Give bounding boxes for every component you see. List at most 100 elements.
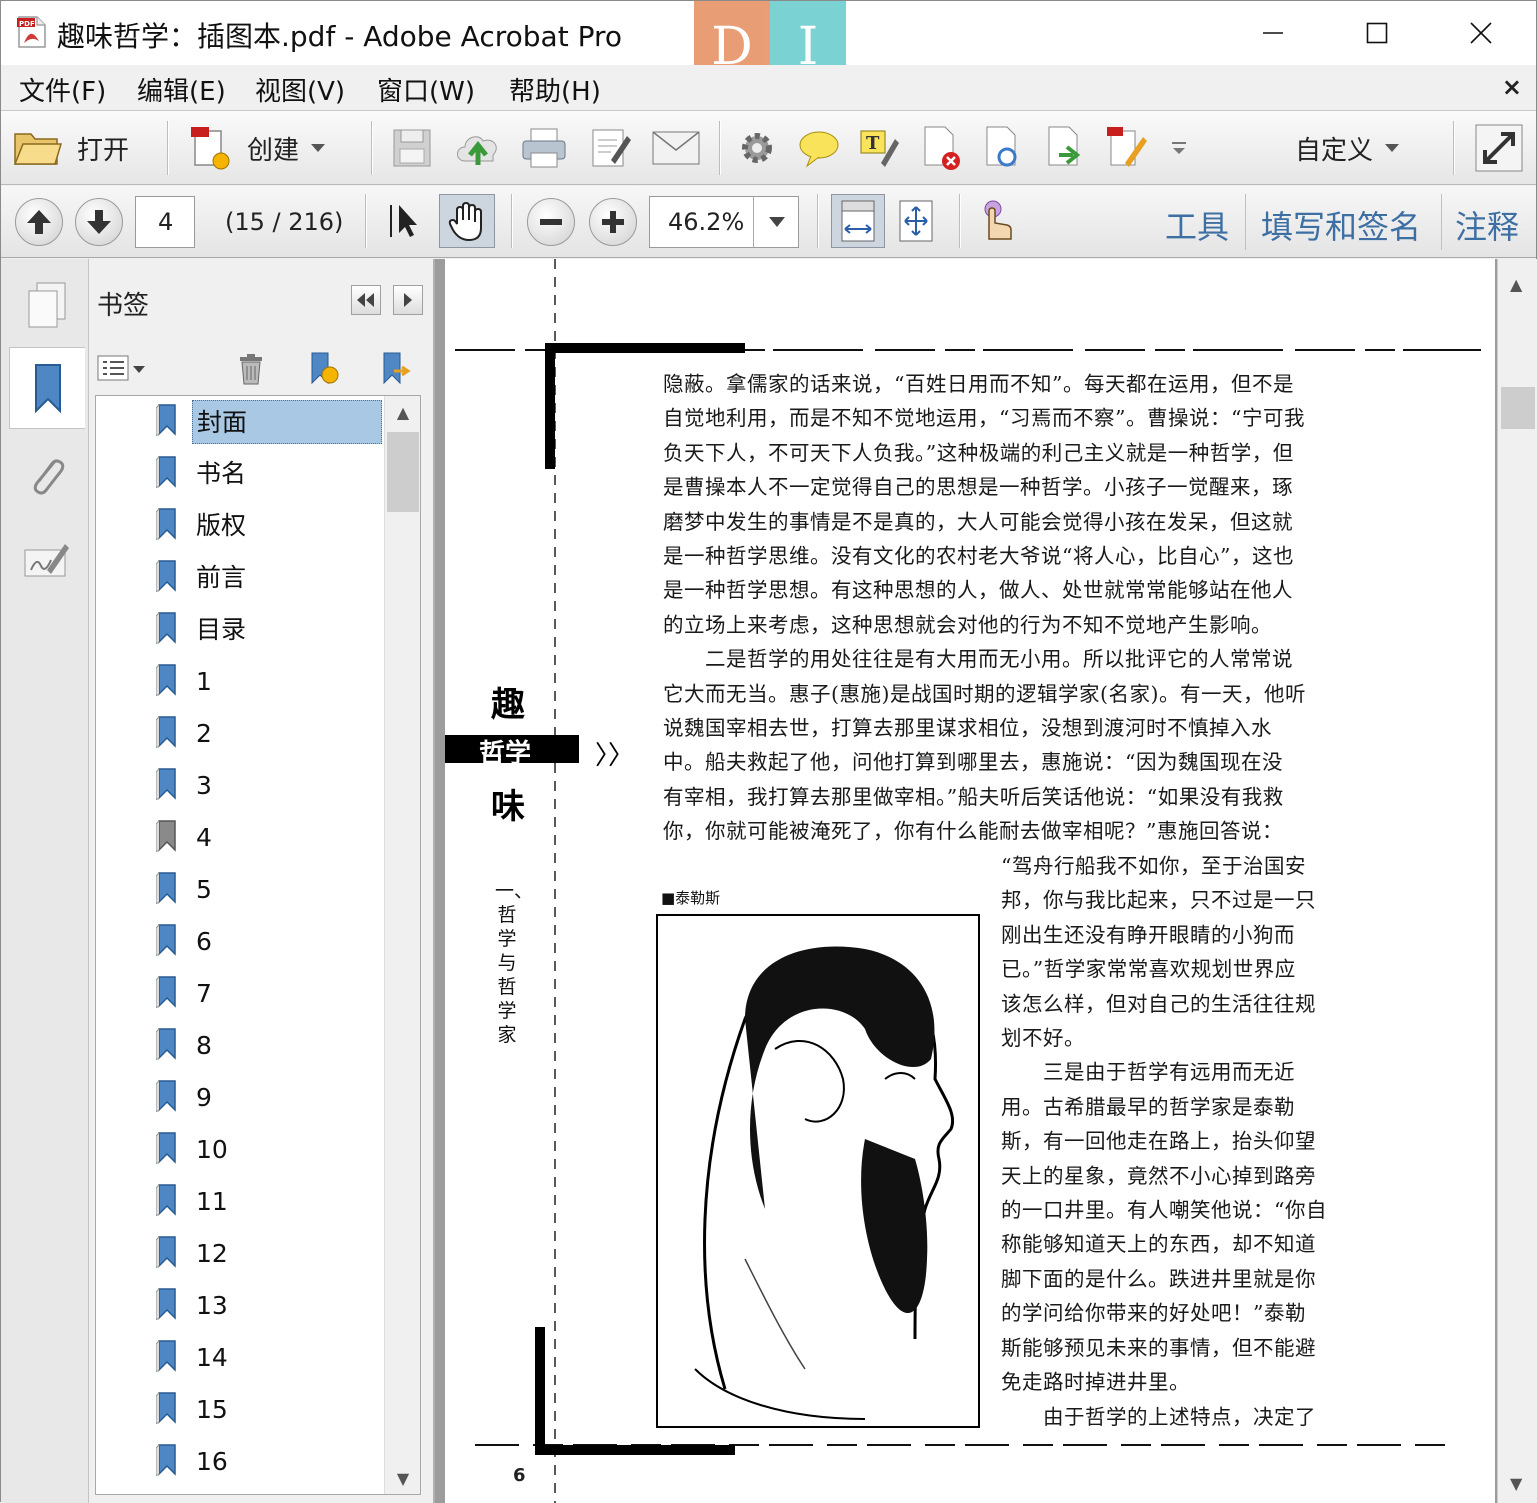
- bookmark-item[interactable]: 6: [96, 918, 386, 966]
- create-button[interactable]: 创建: [187, 121, 326, 175]
- doc-scrollbar-thumb[interactable]: [1501, 387, 1535, 429]
- zoom-out-button[interactable]: [527, 198, 575, 246]
- page-number-input[interactable]: 4: [135, 196, 195, 248]
- customize-dropdown-icon: [1385, 144, 1400, 152]
- select-tool-button[interactable]: [383, 194, 427, 248]
- bookmark-item[interactable]: 前言: [96, 554, 386, 602]
- bookmark-item[interactable]: 封面: [96, 398, 386, 446]
- extract-page-button[interactable]: [1043, 121, 1087, 175]
- touch-mode-button[interactable]: [977, 194, 1017, 248]
- bookmark-item[interactable]: 13: [96, 1282, 386, 1330]
- arrow-down-icon: [87, 210, 111, 234]
- bookmark-item[interactable]: 书名: [96, 450, 386, 498]
- minimize-button[interactable]: [1221, 1, 1325, 65]
- bookmark-item[interactable]: 目录: [96, 606, 386, 654]
- full-screen-button[interactable]: [1475, 121, 1523, 175]
- customize-label: 自定义: [1295, 135, 1374, 166]
- bookmark-label: 9: [196, 1083, 212, 1112]
- create-pdf-icon: [191, 127, 230, 170]
- highlight-text-button[interactable]: T: [857, 121, 901, 175]
- collapse-pane-button[interactable]: [351, 285, 381, 315]
- bookmark-item[interactable]: 1: [96, 658, 386, 706]
- hand-tool-button[interactable]: [439, 194, 495, 248]
- bookmark-item[interactable]: 版权: [96, 502, 386, 550]
- body-line: 天上的星象，竟然不小心掉到路旁: [1001, 1163, 1316, 1188]
- next-page-button[interactable]: [75, 198, 123, 246]
- bookmark-label: 14: [196, 1343, 228, 1372]
- expand-bookmark-button[interactable]: [375, 351, 415, 387]
- menu-edit[interactable]: 编辑(E): [137, 71, 226, 108]
- body-line: 有宰相，我打算去那里做宰相。”船夫听后笑话他说：“如果没有我救: [663, 784, 1284, 809]
- bookmark-item[interactable]: 2: [96, 710, 386, 758]
- customize-button[interactable]: 自定义: [1295, 121, 1400, 175]
- bookmark-label: 11: [196, 1187, 228, 1216]
- bookmark-item[interactable]: 15: [96, 1386, 386, 1434]
- signatures-button[interactable]: [9, 519, 85, 601]
- fill-sign-pane-link[interactable]: 填写和签名: [1261, 202, 1421, 248]
- pane-options-button[interactable]: [393, 285, 423, 315]
- edit-pdf-button[interactable]: [1103, 121, 1149, 175]
- save-button[interactable]: [391, 121, 433, 175]
- email-button[interactable]: [651, 121, 701, 175]
- bookmark-item[interactable]: 14: [96, 1334, 386, 1382]
- menu-window[interactable]: 窗口(W): [377, 71, 475, 108]
- attachments-button[interactable]: [9, 435, 85, 517]
- bookmark-label: 封面: [192, 400, 382, 444]
- bookmark-item[interactable]: 7: [96, 970, 386, 1018]
- bookmark-item[interactable]: 16: [96, 1438, 386, 1486]
- running-title-top: 趣: [491, 685, 525, 725]
- comment-pane-link[interactable]: 注释: [1455, 202, 1519, 248]
- bookmark-item[interactable]: 4: [96, 814, 386, 862]
- close-button[interactable]: [1429, 1, 1533, 65]
- more-tools-button[interactable]: [1169, 121, 1189, 175]
- bookmark-label: 8: [196, 1031, 212, 1060]
- comment-button[interactable]: [797, 121, 841, 175]
- bookmark-item[interactable]: 8: [96, 1022, 386, 1070]
- settings-button[interactable]: [737, 121, 777, 175]
- doc-scroll-up-arrow[interactable]: ▲: [1510, 275, 1522, 294]
- delete-page-button[interactable]: [919, 121, 963, 175]
- delete-bookmark-button[interactable]: [231, 351, 271, 387]
- menu-view[interactable]: 视图(V): [255, 71, 345, 108]
- scroll-up-arrow[interactable]: ▲: [385, 396, 420, 428]
- menu-help[interactable]: 帮助(H): [509, 71, 601, 108]
- document-scrollbar[interactable]: ▲ ▼: [1497, 259, 1537, 1503]
- open-button[interactable]: 打开: [13, 121, 129, 175]
- edit-pdf-icon: [1107, 127, 1147, 167]
- bookmark-item[interactable]: 5: [96, 866, 386, 914]
- scrollbar-thumb[interactable]: [387, 432, 419, 512]
- new-bookmark-button[interactable]: [303, 351, 343, 387]
- bookmark-options-button[interactable]: [97, 351, 147, 387]
- rotate-page-button[interactable]: [981, 121, 1025, 175]
- menu-file[interactable]: 文件(F): [19, 71, 106, 108]
- cloud-upload-icon: [457, 136, 497, 165]
- bookmark-icon: [34, 364, 61, 413]
- bookmark-item[interactable]: 11: [96, 1178, 386, 1226]
- bookmark-item[interactable]: 10: [96, 1126, 386, 1174]
- doc-scroll-down-arrow[interactable]: ▼: [1510, 1474, 1522, 1493]
- fit-page-button[interactable]: [897, 194, 935, 248]
- bookmark-icon: [156, 768, 176, 800]
- bookmark-item[interactable]: 9: [96, 1074, 386, 1122]
- previous-page-button[interactable]: [15, 198, 63, 246]
- create-label: 创建: [247, 135, 300, 166]
- bookmarks-panel-button[interactable]: [9, 347, 85, 429]
- edit-button[interactable]: [589, 121, 633, 175]
- tools-pane-link[interactable]: 工具: [1165, 202, 1229, 248]
- bookmark-item[interactable]: 12: [96, 1230, 386, 1278]
- page-thumbnails-button[interactable]: [9, 265, 85, 347]
- fit-width-button[interactable]: [831, 194, 885, 248]
- bookmarks-scrollbar[interactable]: ▲ ▼: [384, 396, 420, 1494]
- maximize-button[interactable]: [1325, 1, 1429, 65]
- scroll-down-arrow[interactable]: ▼: [385, 1462, 420, 1494]
- document-close-button[interactable]: ×: [1502, 73, 1522, 101]
- zoom-in-button[interactable]: [589, 198, 637, 246]
- bookmark-label: 2: [196, 719, 212, 748]
- pdf-file-icon: PDF: [17, 16, 46, 48]
- upload-button[interactable]: [453, 121, 503, 175]
- title-bar: PDF 趣味哲学：插图本.pdf - Adobe Acrobat Pro D I: [1, 1, 1536, 93]
- print-button[interactable]: [521, 121, 567, 175]
- zoom-dropdown-button[interactable]: [753, 196, 799, 248]
- bookmark-item[interactable]: 3: [96, 762, 386, 810]
- body-line: 的立场上来考虑，这种思想就会对他的行为不知不觉地产生影响。: [663, 612, 1272, 637]
